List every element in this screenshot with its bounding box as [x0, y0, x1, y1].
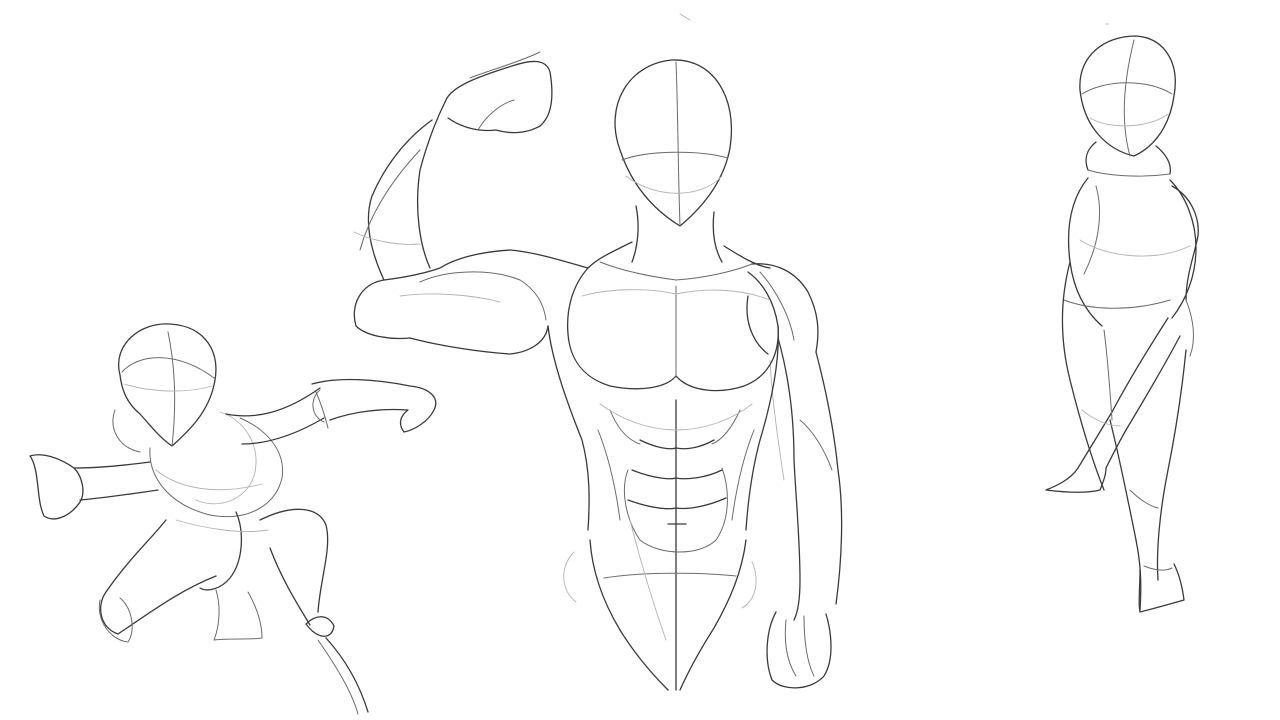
muscular-torso-figure	[353, 13, 843, 691]
sketch-canvas	[0, 0, 1280, 720]
standing-mannequin-figure	[1045, 23, 1199, 613]
crouching-mannequin-figure	[29, 323, 437, 715]
sketch-drawing	[29, 13, 1199, 715]
